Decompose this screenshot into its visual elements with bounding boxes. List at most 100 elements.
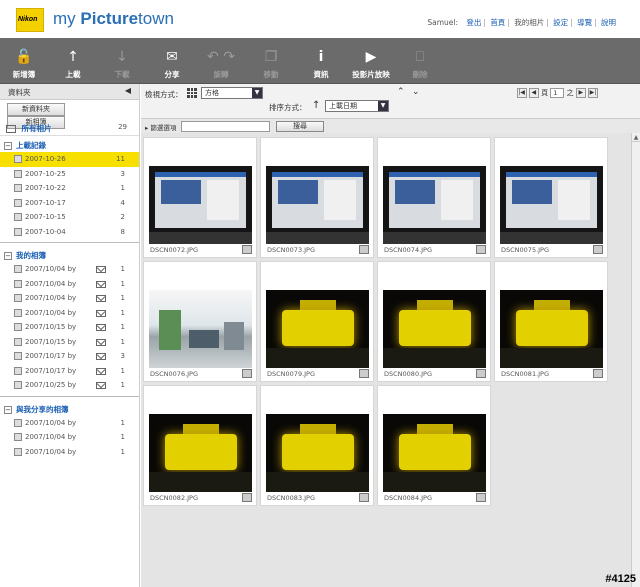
photo-options-icon[interactable]: [359, 245, 369, 254]
shared-albums-header[interactable]: − 與我分享的相簿: [0, 400, 139, 416]
photo-thumbnail[interactable]: DSCN0080.JPG: [377, 261, 491, 382]
envelope-icon[interactable]: [96, 324, 106, 331]
photo-image[interactable]: [383, 414, 486, 492]
photo-options-icon[interactable]: [359, 493, 369, 502]
upload-history-header[interactable]: − 上載記錄: [0, 136, 139, 152]
all-photos-item[interactable]: 所有相片 29: [0, 120, 139, 136]
slideshow-button[interactable]: ▶ 投影片放映: [342, 38, 400, 84]
photo-options-icon[interactable]: [242, 245, 252, 254]
upload-button[interactable]: ↑ 上載: [49, 38, 97, 84]
photo-thumbnail[interactable]: DSCN0074.JPG: [377, 137, 491, 258]
nav-help-link[interactable]: 說明: [601, 18, 616, 27]
photo-options-icon[interactable]: [593, 245, 603, 254]
sort-ascending-icon[interactable]: ↑: [312, 100, 320, 111]
upload-date-item[interactable]: 2007-10-25 3: [0, 167, 139, 182]
shared-album-item[interactable]: 2007/10/04 by 1: [0, 416, 139, 431]
filter-options-toggle[interactable]: ▸ 篩選選項: [145, 122, 176, 132]
minus-icon[interactable]: −: [4, 405, 12, 414]
photo-thumbnail[interactable]: DSCN0081.JPG: [494, 261, 608, 382]
photo-image[interactable]: [149, 166, 252, 244]
minus-icon[interactable]: −: [4, 142, 12, 150]
collapse-icon[interactable]: ⌄: [412, 87, 420, 97]
minus-icon[interactable]: −: [4, 252, 12, 260]
photo-options-icon[interactable]: [242, 493, 252, 502]
brand-title[interactable]: my Picturetown: [53, 9, 174, 29]
shared-album-item[interactable]: 2007/10/04 by 1: [0, 445, 139, 460]
photo-image[interactable]: [266, 166, 369, 244]
move-button[interactable]: ❐ 移動: [247, 38, 295, 84]
page-input[interactable]: 1: [550, 88, 565, 98]
photo-image[interactable]: [500, 166, 603, 244]
envelope-icon[interactable]: [96, 353, 106, 360]
nav-home-link[interactable]: 首頁: [490, 18, 505, 27]
album-item[interactable]: 2007/10/04 by 1: [0, 277, 139, 292]
collapse-arrow-icon[interactable]: ◀: [125, 86, 131, 95]
photo-image[interactable]: [266, 290, 369, 368]
upload-date-item[interactable]: 2007-10-15 2: [0, 210, 139, 225]
nav-guide-link[interactable]: 導覽: [577, 18, 592, 27]
photo-image[interactable]: [266, 414, 369, 492]
photo-thumbnail[interactable]: DSCN0072.JPG: [143, 137, 257, 258]
envelope-icon[interactable]: [96, 338, 106, 346]
album-item[interactable]: 2007/10/17 by 1: [0, 364, 139, 379]
photo-options-icon[interactable]: [359, 369, 369, 378]
album-item[interactable]: 2007/10/15 by 1: [0, 320, 139, 335]
last-page-icon[interactable]: ▶|: [588, 88, 598, 98]
album-item[interactable]: 2007/10/04 by 1: [0, 306, 139, 321]
envelope-icon[interactable]: [96, 280, 106, 288]
photo-thumbnail[interactable]: DSCN0079.JPG: [260, 261, 374, 382]
photo-options-icon[interactable]: [476, 369, 486, 378]
envelope-icon[interactable]: [96, 295, 106, 302]
upload-date-item[interactable]: 2007-10-17 4: [0, 196, 139, 211]
album-item[interactable]: 2007/10/25 by 1: [0, 378, 139, 393]
photo-thumbnail[interactable]: DSCN0076.JPG: [143, 261, 257, 382]
envelope-icon[interactable]: [96, 367, 106, 375]
photo-options-icon[interactable]: [242, 369, 252, 378]
share-button[interactable]: ✉ 分享: [148, 38, 196, 84]
upload-date-item[interactable]: 2007-10-22 1: [0, 181, 139, 196]
photo-thumbnail[interactable]: DSCN0082.JPG: [143, 385, 257, 506]
photo-options-icon[interactable]: [476, 493, 486, 502]
vertical-scrollbar[interactable]: ▲: [631, 133, 640, 587]
album-item[interactable]: 2007/10/04 by 1: [0, 262, 139, 277]
new-folder-button[interactable]: 新資料夾: [7, 103, 65, 116]
sort-select[interactable]: 上載日期 ▼: [325, 100, 389, 112]
album-item[interactable]: 2007/10/17 by 3: [0, 349, 139, 364]
upload-date-item[interactable]: 2007-10-04 8: [0, 225, 139, 240]
nikon-logo[interactable]: Nikon: [16, 8, 44, 32]
photo-image[interactable]: [500, 290, 603, 368]
photo-options-icon[interactable]: [593, 369, 603, 378]
rotate-button[interactable]: ↶ ↷ 旋轉: [197, 38, 245, 84]
my-albums-header[interactable]: − 我的相簿: [0, 246, 139, 262]
envelope-icon[interactable]: [96, 266, 106, 273]
photo-image[interactable]: [383, 290, 486, 368]
album-item[interactable]: 2007/10/15 by 1: [0, 335, 139, 350]
download-button[interactable]: ↓ 下載: [98, 38, 146, 84]
nav-logout-link[interactable]: 登出: [466, 18, 481, 27]
view-mode-select[interactable]: 方格 ▼: [201, 87, 263, 99]
delete-button[interactable]: ⎕ 刪除: [396, 38, 444, 84]
photo-image[interactable]: [149, 414, 252, 492]
photo-image[interactable]: [149, 290, 252, 368]
photo-image[interactable]: [383, 166, 486, 244]
photo-thumbnail[interactable]: DSCN0083.JPG: [260, 385, 374, 506]
envelope-icon[interactable]: [96, 309, 106, 317]
photo-thumbnail[interactable]: DSCN0073.JPG: [260, 137, 374, 258]
new-album-toolbar-button[interactable]: 🔓 新增簿: [0, 38, 48, 84]
search-button[interactable]: 搜尋: [276, 121, 324, 132]
nav-settings-link[interactable]: 設定: [553, 18, 568, 27]
shared-album-item[interactable]: 2007/10/04 by 1: [0, 430, 139, 445]
prev-page-icon[interactable]: ◀: [528, 88, 539, 98]
photo-thumbnail[interactable]: DSCN0075.JPG: [494, 137, 608, 258]
photo-options-icon[interactable]: [476, 245, 486, 254]
photo-thumbnail[interactable]: DSCN0084.JPG: [377, 385, 491, 506]
search-input[interactable]: [181, 121, 270, 132]
first-page-icon[interactable]: |◀: [516, 88, 527, 98]
expand-icon[interactable]: ⌃: [397, 87, 405, 97]
next-page-icon[interactable]: ▶: [575, 88, 586, 98]
info-button[interactable]: i 資訊: [297, 38, 345, 84]
envelope-icon[interactable]: [96, 382, 106, 389]
nav-my-photos-link[interactable]: 我的相片: [514, 18, 544, 27]
upload-date-item[interactable]: 2007-10-26 11: [0, 152, 139, 167]
scroll-up-icon[interactable]: ▲: [632, 133, 640, 142]
